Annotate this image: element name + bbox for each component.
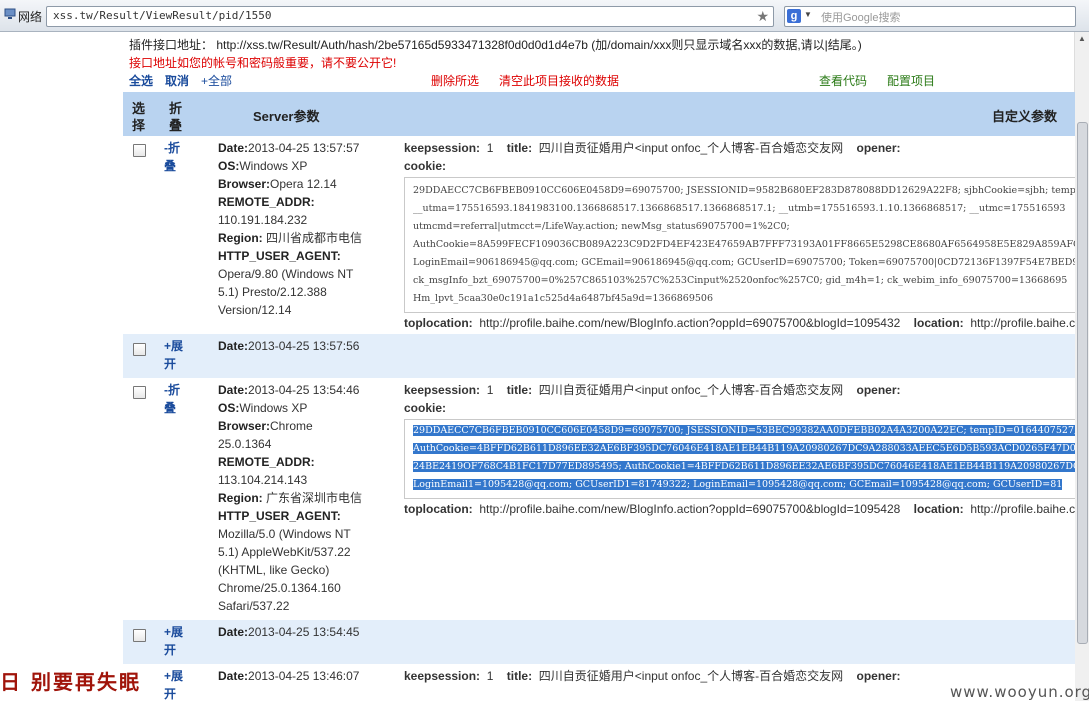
page-content: 插件接口地址： http://xss.tw/Result/Auth/hash/2… [0, 32, 1075, 701]
table-row: +展 开 Date:2013-04-25 13:57:56 [123, 334, 1075, 378]
network-label: 网络 [18, 10, 43, 24]
custom-params: keepsession: 1 title: 四川自贡征婚用户<input onf… [404, 141, 901, 173]
record-date: 2013-04-25 13:57:57 [248, 141, 360, 155]
google-icon[interactable]: g [787, 9, 801, 23]
record-date: 2013-04-25 13:54:46 [248, 383, 360, 397]
clear-data-link[interactable]: 清空此项目接收的数据 [499, 72, 619, 89]
remote-addr: 113.104.214.143 [218, 473, 308, 487]
expand-all-link[interactable]: +全部 [201, 72, 232, 89]
vertical-scrollbar[interactable]: ▲ [1074, 32, 1089, 701]
bookmark-star-icon[interactable]: ★ [756, 8, 769, 25]
search-input[interactable]: g ▼ 使用Google搜索 [784, 6, 1076, 27]
table-header: 选 择 折 叠 Server参数 自定义参数 [123, 92, 1075, 136]
collapse-link[interactable]: -折 叠 [164, 381, 186, 417]
collapse-link[interactable]: -折 叠 [164, 139, 186, 175]
cookie-box[interactable]: 29DDAECC7CB6FBEB0910CC606E0458D9=6907570… [404, 177, 1075, 313]
remote-addr: 110.191.184.232 [218, 213, 308, 227]
record-date: 2013-04-25 13:46:07 [248, 669, 360, 683]
record-date: 2013-04-25 13:54:45 [248, 625, 360, 639]
chevron-down-icon[interactable]: ▼ [804, 10, 812, 19]
row-checkbox[interactable] [133, 386, 146, 399]
header-server: Server参数 [253, 109, 320, 124]
warning-text: 接口地址如您的帐号和密码般重要，请不要公开它! [129, 56, 397, 70]
cancel-link[interactable]: 取消 [165, 72, 189, 89]
api-address: 插件接口地址： http://xss.tw/Result/Auth/hash/2… [129, 38, 862, 52]
network-icon [4, 8, 16, 19]
row-checkbox[interactable] [133, 144, 146, 157]
expand-link[interactable]: +展 开 [164, 337, 186, 373]
header-select-2: 择 [132, 118, 146, 133]
view-code-link[interactable]: 查看代码 [819, 72, 867, 89]
table-row: -折 叠 Date:2013-04-25 13:54:46 OS:Windows… [123, 378, 1075, 620]
scroll-thumb[interactable] [1077, 122, 1088, 644]
record-date: 2013-04-25 13:57:56 [248, 339, 360, 353]
scroll-up-icon[interactable]: ▲ [1078, 34, 1086, 43]
cookie-box-selected[interactable]: 29DDAECC7CB6FBEB0910CC606E0458D9=6907570… [404, 419, 1075, 499]
browser-toolbar: 网络 xss.tw/Result/ViewResult/pid/1550 ★ g… [0, 0, 1089, 32]
toplocation-value: http://profile.baihe.com/new/BlogInfo.ac… [479, 316, 901, 330]
custom-params: keepsession: 1 title: 四川自贡征婚用户<input onf… [404, 383, 901, 415]
table-row: +展 开 Date:2013-04-25 13:46:07 keepsessio… [123, 664, 1075, 701]
action-bar: 全选 取消 +全部 删除所选 清空此项目接收的数据 查看代码 配置项目 [129, 72, 1075, 88]
expand-link[interactable]: +展 开 [164, 623, 186, 659]
delete-selected-link[interactable]: 删除所选 [431, 72, 479, 89]
table-row: +展 开 Date:2013-04-25 13:54:45 [123, 620, 1075, 664]
address-text[interactable]: xss.tw/Result/ViewResult/pid/1550 [53, 9, 272, 22]
toplocation-value: http://profile.baihe.com/new/BlogInfo.ac… [479, 502, 901, 516]
config-project-link[interactable]: 配置项目 [887, 72, 935, 89]
header-custom: 自定义参数 [992, 109, 1058, 124]
select-all-link[interactable]: 全选 [129, 72, 153, 89]
watermark-left: 日 别要再失眠 [0, 670, 141, 694]
search-placeholder: 使用Google搜索 [821, 12, 901, 24]
server-params: Date:2013-04-25 13:54:46 OS:Windows XP B… [218, 381, 398, 615]
expand-link[interactable]: +展 开 [164, 667, 186, 701]
watermark-wooyun: www.wooyun.org [950, 683, 1089, 701]
server-params: Date:2013-04-25 13:57:57 OS:Windows XP B… [218, 139, 398, 319]
table-row: -折 叠 Date:2013-04-25 13:57:57 OS:Windows… [123, 136, 1075, 334]
row-checkbox[interactable] [133, 343, 146, 356]
header-fold-2: 叠 [169, 118, 183, 133]
row-checkbox[interactable] [133, 629, 146, 642]
address-bar[interactable]: xss.tw/Result/ViewResult/pid/1550 ★ [46, 6, 774, 27]
